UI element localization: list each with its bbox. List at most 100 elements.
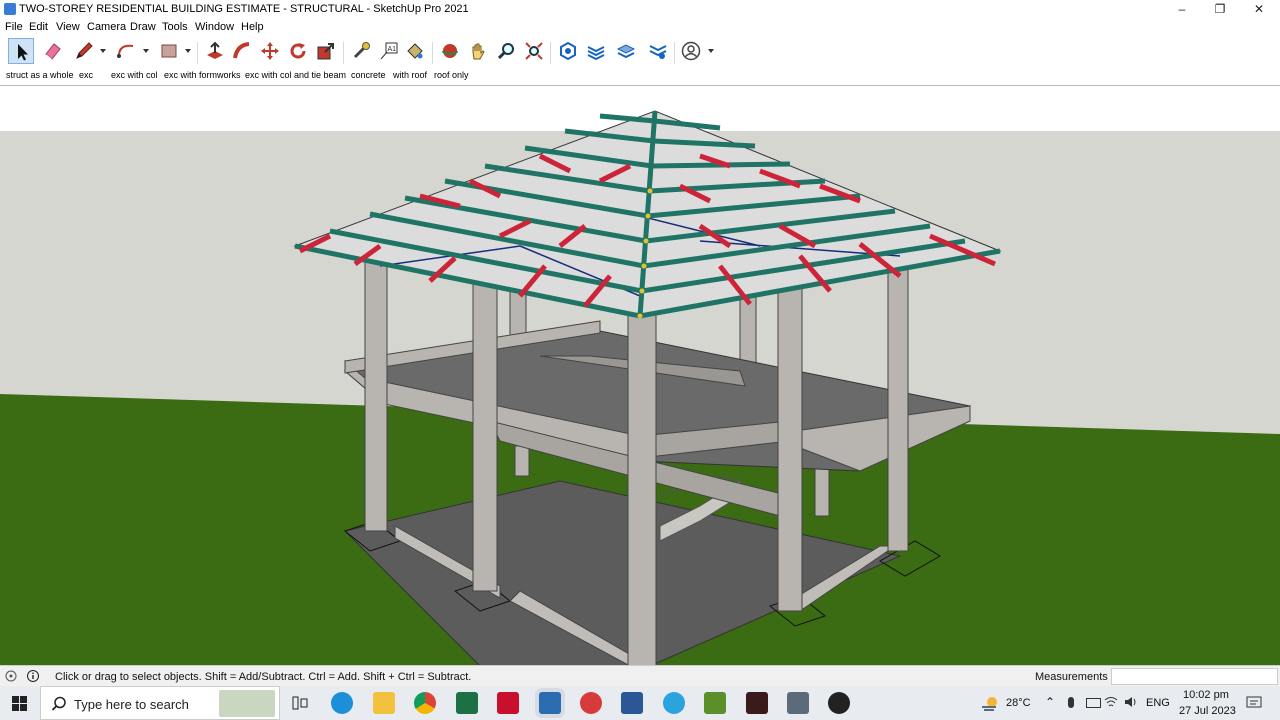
column [472,275,498,592]
menu-file[interactable]: File [5,21,23,33]
file-explorer-icon[interactable] [373,692,395,714]
move-tool[interactable] [257,38,283,64]
follow-me-icon [233,42,250,59]
edge-icon[interactable] [331,692,353,714]
word-icon[interactable] [621,692,643,714]
battery-icon[interactable] [1086,698,1101,708]
select-icon [18,44,28,61]
weather-temperature: 28°C [1006,697,1031,709]
account-dropdown-caret[interactable] [708,49,714,53]
language-indicator[interactable]: ENG [1146,697,1170,709]
zoom-tool[interactable] [493,38,519,64]
notification-icon[interactable] [1246,696,1262,710]
toolbar-separator [432,42,433,64]
scene-tab-exc-with-formworks[interactable]: exc with formworks [164,70,241,80]
column [364,250,388,532]
select-tool[interactable] [8,38,34,64]
weather-icon[interactable] [980,694,1000,712]
rotate-icon [290,43,306,59]
zoom-extents-tool[interactable] [521,38,547,64]
taskbar-search-box[interactable]: Type here to search [40,686,280,720]
model-viewport[interactable] [0,85,1280,666]
excel-icon[interactable] [456,692,478,714]
restore-button[interactable]: ❐ [1200,0,1240,19]
pencil-dropdown-caret[interactable] [100,49,106,53]
android-icon[interactable] [704,692,726,714]
menu-bar: File Edit View Camera Draw Tools Window … [0,19,1280,36]
orbit-tool[interactable] [437,38,463,64]
pencil-icon [76,42,93,59]
search-icon [51,696,66,711]
recorder-icon[interactable] [828,692,850,714]
media-icon[interactable] [746,692,768,714]
windows-taskbar: Type here to search 28°C ⌃ ENG 10:02 pm … [0,686,1280,720]
layout-tool[interactable] [613,38,639,64]
volume-icon[interactable] [1124,696,1138,708]
arc-dropdown-caret[interactable] [143,49,149,53]
minimize-button[interactable]: – [1162,0,1202,19]
scale-tool[interactable] [313,38,339,64]
scene-tab-with-roof[interactable]: with roof [393,70,427,80]
toolbar: A1 [0,36,1280,68]
scene-tabs: struct as a whole exc exc with col exc w… [0,68,1280,85]
acrobat-icon[interactable] [497,692,519,714]
scale-icon [317,43,334,60]
scene-tab-struct-as-a-whole[interactable]: struct as a whole [6,70,74,80]
microphone-icon[interactable] [1068,697,1074,708]
menu-draw[interactable]: Draw [130,21,156,33]
tape-measure-tool[interactable] [348,38,374,64]
chevron-up-icon[interactable]: ⌃ [1045,695,1055,709]
eraser-tool[interactable] [40,38,66,64]
extension-warehouse-tool[interactable] [583,38,609,64]
measurements-input[interactable] [1111,668,1278,685]
follow-me-tool[interactable] [229,38,255,64]
paint-bucket-tool[interactable] [402,38,428,64]
shape-dropdown-caret[interactable] [185,49,191,53]
pencil-tool[interactable] [71,38,97,64]
arc-tool[interactable] [113,38,139,64]
windows-start-icon[interactable] [12,696,27,711]
menu-help[interactable]: Help [241,21,264,33]
clock-date[interactable]: 27 Jul 2023 [1179,705,1236,717]
text-tool[interactable]: A1 [376,38,402,64]
window-title: TWO-STOREY RESIDENTIAL BUILDING ESTIMATE… [19,3,469,15]
menu-camera[interactable]: Camera [87,21,126,33]
search-placeholder: Type here to search [74,697,189,712]
scene-tab-exc-with-col[interactable]: exc with col [111,70,158,80]
menu-view[interactable]: View [56,21,80,33]
sketchup-icon[interactable] [539,692,561,714]
rotate-tool[interactable] [285,38,311,64]
extension-warehouse-icon [587,46,605,61]
menu-tools[interactable]: Tools [162,21,188,33]
toolbar-separator [197,42,198,64]
pan-tool[interactable] [465,38,491,64]
layout-app-icon[interactable] [580,692,602,714]
menu-window[interactable]: Window [195,21,234,33]
info-icon[interactable] [27,670,39,682]
scene-tab-exc[interactable]: exc [79,70,93,80]
toolbar-separator [674,42,675,64]
task-view-icon[interactable] [292,696,308,710]
search-highlight-image [219,690,275,717]
rectangle-tool[interactable] [156,38,182,64]
geo-location-icon[interactable] [5,670,17,682]
scene-tab-roof-only[interactable]: roof only [434,70,469,80]
push-pull-tool[interactable] [202,38,228,64]
toolbar-separator [550,42,551,64]
wifi-icon[interactable] [1104,696,1118,708]
toolbar-separator [343,42,344,64]
scene-tab-exc-with-col-and-tie-beam[interactable]: exc with col and tie beam [245,70,346,80]
calculator-icon[interactable] [787,692,809,714]
extension-manager-tool[interactable] [645,38,671,64]
eraser-icon [45,43,61,60]
scene-tab-concrete[interactable]: concrete [351,70,386,80]
warehouse-tool[interactable] [555,38,581,64]
telegram-icon[interactable] [663,692,685,714]
close-button[interactable]: ✕ [1239,0,1279,19]
svg-text:A1: A1 [388,46,397,53]
chrome-icon[interactable] [414,692,436,714]
menu-edit[interactable]: Edit [29,21,48,33]
tape-measure-icon [353,42,370,59]
account-tool[interactable] [678,38,704,64]
clock-time[interactable]: 10:02 pm [1183,689,1229,701]
